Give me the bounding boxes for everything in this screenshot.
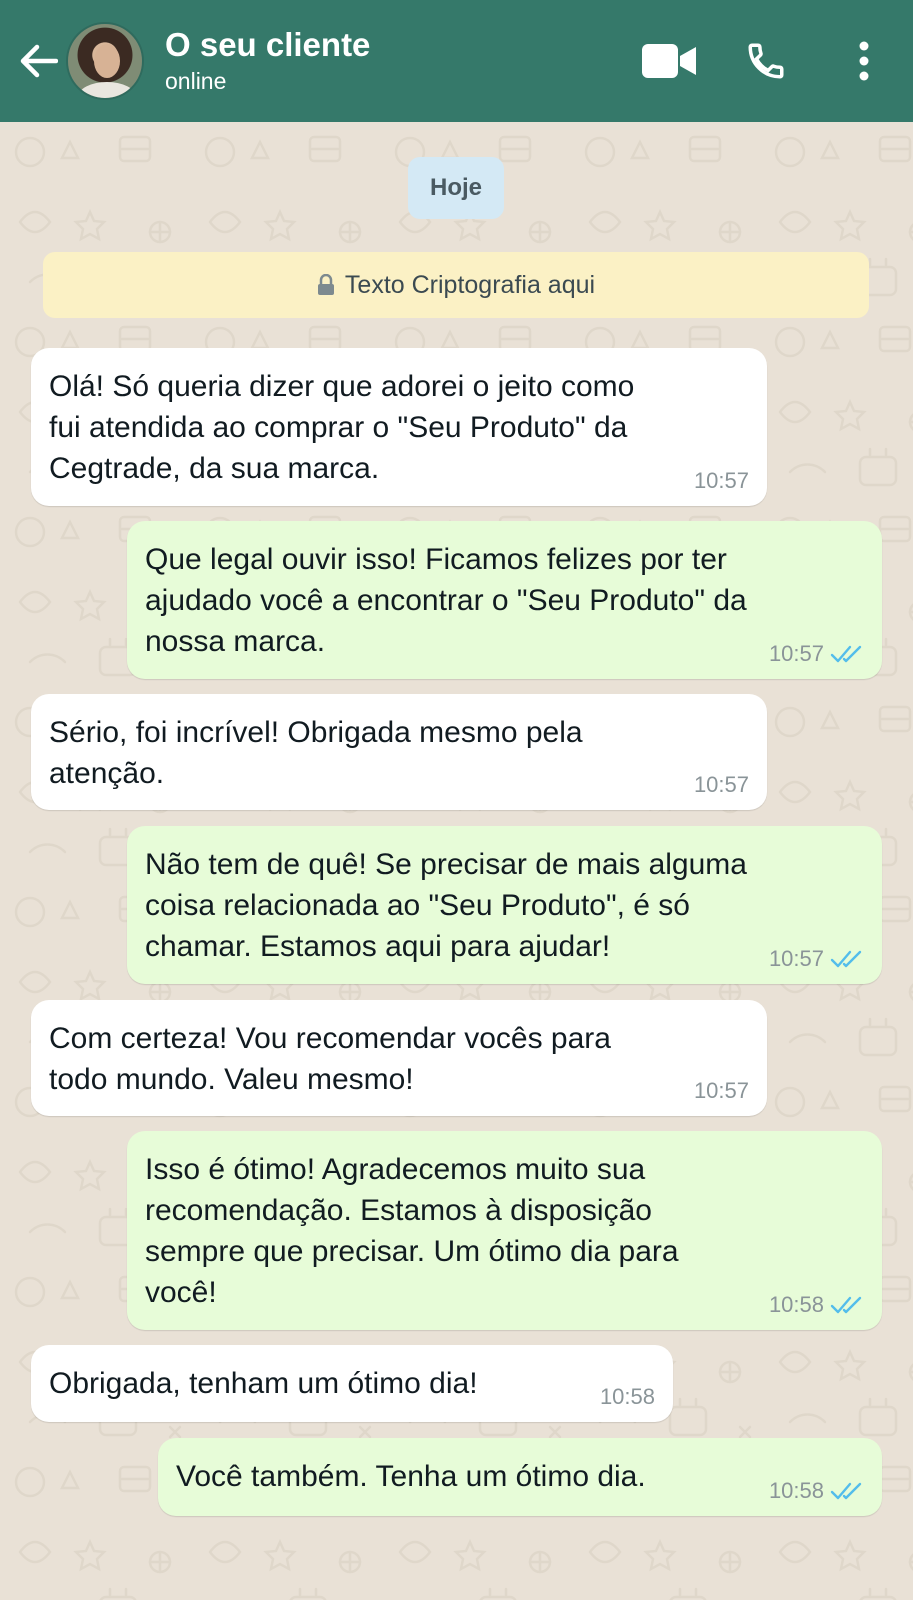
- message-text: Obrigada, tenham um ótimo dia!: [49, 1363, 478, 1404]
- message-time: 10:57: [768, 946, 824, 971]
- video-camera-icon: [642, 44, 696, 78]
- contact-avatar[interactable]: [66, 22, 144, 100]
- message-text: Isso é ótimo! Agradecemos muito sua reco…: [145, 1149, 679, 1313]
- message-time: 10:57: [768, 641, 824, 666]
- date-chip: Hoje: [408, 157, 504, 219]
- message-line: recomendação. Estamos à disposição: [145, 1194, 652, 1227]
- message-bubble-incoming[interactable]: Sério, foi incrível! Obrigada mesmo pela…: [31, 694, 767, 810]
- double-check-read-icon: [830, 645, 862, 663]
- double-check-read-icon: [830, 1296, 862, 1314]
- message-meta: 10:57: [769, 946, 864, 972]
- message-line: Você também. Tenha um ótimo dia.: [176, 1460, 646, 1493]
- message-line: coisa relacionada ao "Seu Produto", é só: [145, 889, 690, 922]
- arrow-left-icon: [20, 44, 58, 78]
- header-actions: [639, 0, 913, 122]
- chat-area[interactable]: Hoje Texto Criptografia aqui Olá! Só que…: [0, 122, 913, 1600]
- message-line: sempre que precisar. Um ótimo dia para: [145, 1235, 679, 1268]
- message-text: Olá! Só queria dizer que adorei o jeito …: [49, 366, 634, 489]
- video-call-button[interactable]: [639, 31, 699, 91]
- message-text: Você também. Tenha um ótimo dia.: [176, 1456, 646, 1497]
- message-meta: 10:57: [694, 772, 749, 798]
- message-bubble-outgoing[interactable]: Você também. Tenha um ótimo dia. 10:58: [158, 1438, 882, 1516]
- back-button[interactable]: [16, 38, 62, 84]
- message-line: todo mundo. Valeu mesmo!: [49, 1063, 414, 1096]
- message-line: chamar. Estamos aqui para ajudar!: [145, 930, 611, 963]
- encryption-banner-text: Texto Criptografia aqui: [344, 270, 596, 299]
- double-check-read-icon: [830, 950, 862, 968]
- message-line: atenção.: [49, 757, 165, 790]
- message-text: Que legal ouvir isso! Ficamos felizes po…: [145, 539, 747, 662]
- message-time: 10:57: [693, 1078, 749, 1103]
- message-line: Obrigada, tenham um ótimo dia!: [49, 1367, 478, 1400]
- contact-status: online: [165, 68, 227, 94]
- message-line: você!: [145, 1276, 217, 1309]
- message-line: Que legal ouvir isso! Ficamos felizes po…: [145, 543, 727, 576]
- message-meta: 10:57: [694, 468, 749, 494]
- avatar-face: [94, 44, 120, 78]
- message-line: Olá! Só queria dizer que adorei o jeito …: [49, 370, 635, 403]
- message-time: 10:58: [599, 1384, 655, 1409]
- message-line: ajudado você a encontrar o "Seu Produto"…: [145, 584, 747, 617]
- message-meta: 10:58: [769, 1292, 864, 1318]
- lock-icon: [317, 274, 334, 295]
- message-bubble-incoming[interactable]: Obrigada, tenham um ótimo dia! 10:58: [31, 1345, 673, 1422]
- message-text: Não tem de quê! Se precisar de mais algu…: [145, 844, 747, 967]
- message-bubble-incoming[interactable]: Olá! Só queria dizer que adorei o jeito …: [31, 348, 767, 506]
- message-time: 10:57: [693, 468, 749, 493]
- message-meta: 10:57: [694, 1078, 749, 1104]
- message-meta: 10:57: [769, 641, 864, 667]
- contact-name[interactable]: O seu cliente: [165, 26, 370, 64]
- chat-header: O seu cliente online: [0, 0, 913, 122]
- contact-info[interactable]: O seu cliente online: [165, 26, 370, 96]
- double-check-read-icon: [830, 1482, 862, 1500]
- message-bubble-outgoing[interactable]: Isso é ótimo! Agradecemos muito sua reco…: [127, 1131, 882, 1330]
- message-text: Com certeza! Vou recomendar vocês para t…: [49, 1018, 611, 1100]
- avatar-shirt: [78, 82, 136, 98]
- message-line: Isso é ótimo! Agradecemos muito sua: [145, 1153, 646, 1186]
- message-time: 10:58: [768, 1478, 824, 1503]
- message-line: nossa marca.: [145, 625, 326, 658]
- message-bubble-incoming[interactable]: Com certeza! Vou recomendar vocês para t…: [31, 1000, 767, 1116]
- message-line: Com certeza! Vou recomendar vocês para: [49, 1022, 611, 1055]
- phone-icon: [748, 43, 784, 79]
- message-meta: 10:58: [600, 1384, 655, 1410]
- message-line: Não tem de quê! Se precisar de mais algu…: [145, 848, 747, 881]
- message-bubble-outgoing[interactable]: Que legal ouvir isso! Ficamos felizes po…: [127, 521, 882, 679]
- dots-vertical-icon: [859, 41, 869, 81]
- message-line: Sério, foi incrível! Obrigada mesmo pela: [49, 716, 583, 749]
- menu-button[interactable]: [849, 31, 879, 91]
- message-time: 10:58: [768, 1292, 824, 1317]
- message-time: 10:57: [693, 772, 749, 797]
- voice-call-button[interactable]: [741, 36, 791, 86]
- message-line: fui atendida ao comprar o "Seu Produto" …: [49, 411, 628, 444]
- message-bubble-outgoing[interactable]: Não tem de quê! Se precisar de mais algu…: [127, 826, 882, 984]
- message-line: Cegtrade, da sua marca.: [49, 452, 380, 485]
- message-meta: 10:58: [769, 1478, 864, 1504]
- encryption-banner[interactable]: Texto Criptografia aqui: [43, 252, 869, 318]
- message-text: Sério, foi incrível! Obrigada mesmo pela…: [49, 712, 583, 794]
